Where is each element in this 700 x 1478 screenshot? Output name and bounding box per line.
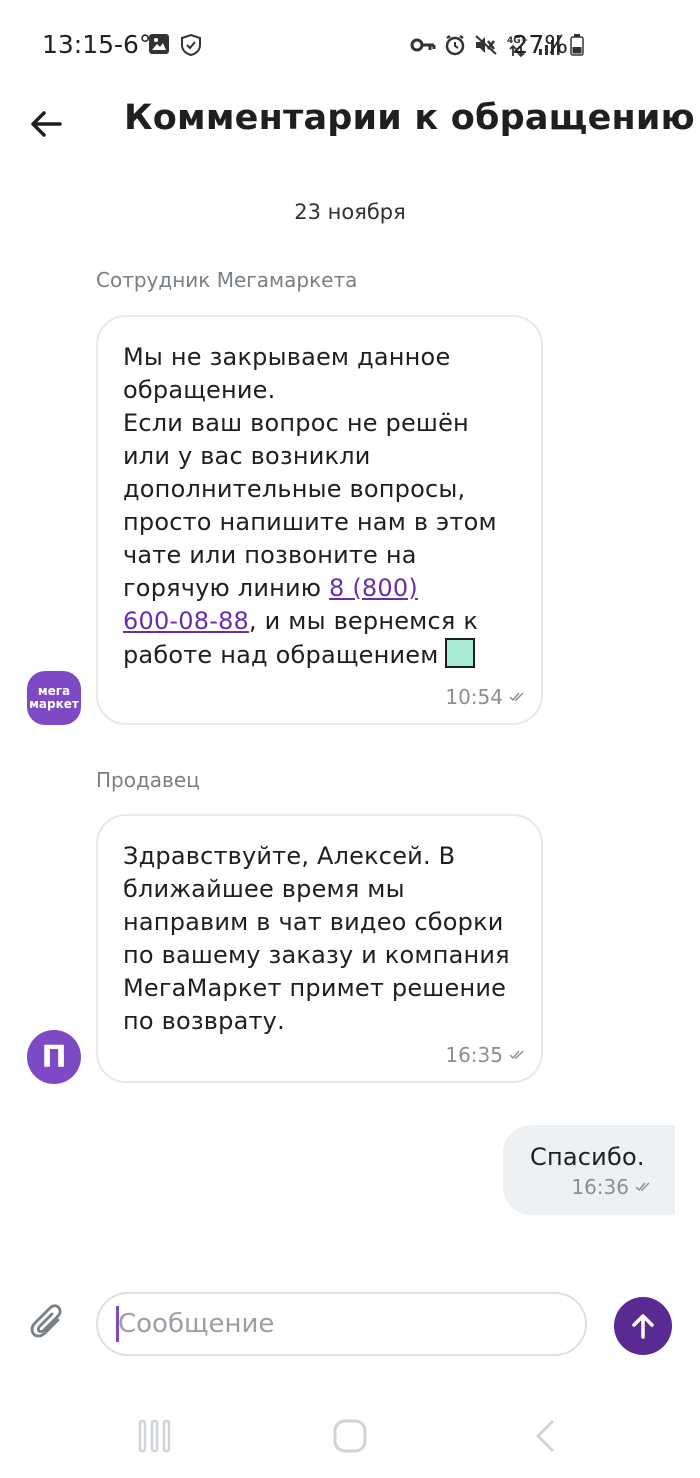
home-icon [333, 1419, 367, 1453]
arrow-up-icon [632, 1314, 654, 1339]
shield-icon [180, 33, 202, 61]
double-check-icon [635, 1182, 650, 1192]
attach-button[interactable] [30, 1302, 66, 1342]
my-message-bubble[interactable]: Спасибо. 16:36 [503, 1125, 675, 1215]
sender-name: Сотрудник Мегамаркета [96, 268, 358, 292]
chevron-left-icon [536, 1420, 554, 1452]
home-button[interactable] [332, 1418, 368, 1458]
message-time: 16:35 [445, 1043, 525, 1067]
double-check-icon [509, 1050, 524, 1060]
message-input[interactable] [96, 1292, 587, 1356]
header: Комментарии к обращению [0, 90, 700, 160]
battery-icon [570, 34, 584, 60]
avatar-megamarket[interactable]: мега маркет [27, 671, 81, 725]
double-check-icon [509, 692, 524, 702]
message-text: Мы не закрываем данное обращение. Если в… [123, 343, 497, 669]
arrow-left-icon [31, 111, 62, 137]
battery-level: 27% [512, 30, 568, 59]
emoji-placeholder-icon [444, 638, 475, 668]
sender-name: Продавец [96, 768, 200, 792]
date-separator: 23 ноября [294, 200, 406, 224]
message-time: 10:54 [445, 685, 525, 709]
message-text: Здравствуйте, Алексей. В ближайшее время… [123, 842, 510, 1035]
paperclip-icon [30, 1304, 62, 1338]
nav-back-button[interactable] [530, 1418, 560, 1458]
message-time: 16:36 [571, 1175, 651, 1199]
recent-apps-button[interactable] [138, 1418, 172, 1458]
message-bubble[interactable]: Мы не закрываем данное обращение. Если в… [96, 315, 543, 725]
status-temperature: -6° [114, 30, 152, 59]
key-icon [410, 35, 436, 59]
message-text: Спасибо. [530, 1143, 645, 1171]
page-title: Комментарии к обращению [124, 98, 695, 138]
alarm-icon [444, 34, 466, 60]
recent-apps-icon [138, 1419, 171, 1453]
avatar-seller[interactable]: П [27, 1030, 81, 1084]
mute-icon [474, 34, 498, 60]
back-button[interactable] [26, 102, 70, 146]
system-nav-bar [0, 1400, 700, 1478]
status-bar: 13:15 -6° 4G+ 27% [0, 0, 700, 90]
status-time: 13:15 [42, 30, 115, 59]
send-button[interactable] [614, 1297, 672, 1355]
text-caret [116, 1306, 119, 1342]
message-bubble[interactable]: Здравствуйте, Алексей. В ближайшее время… [96, 814, 543, 1083]
status-left-icons [148, 33, 202, 61]
gallery-icon [148, 33, 170, 61]
